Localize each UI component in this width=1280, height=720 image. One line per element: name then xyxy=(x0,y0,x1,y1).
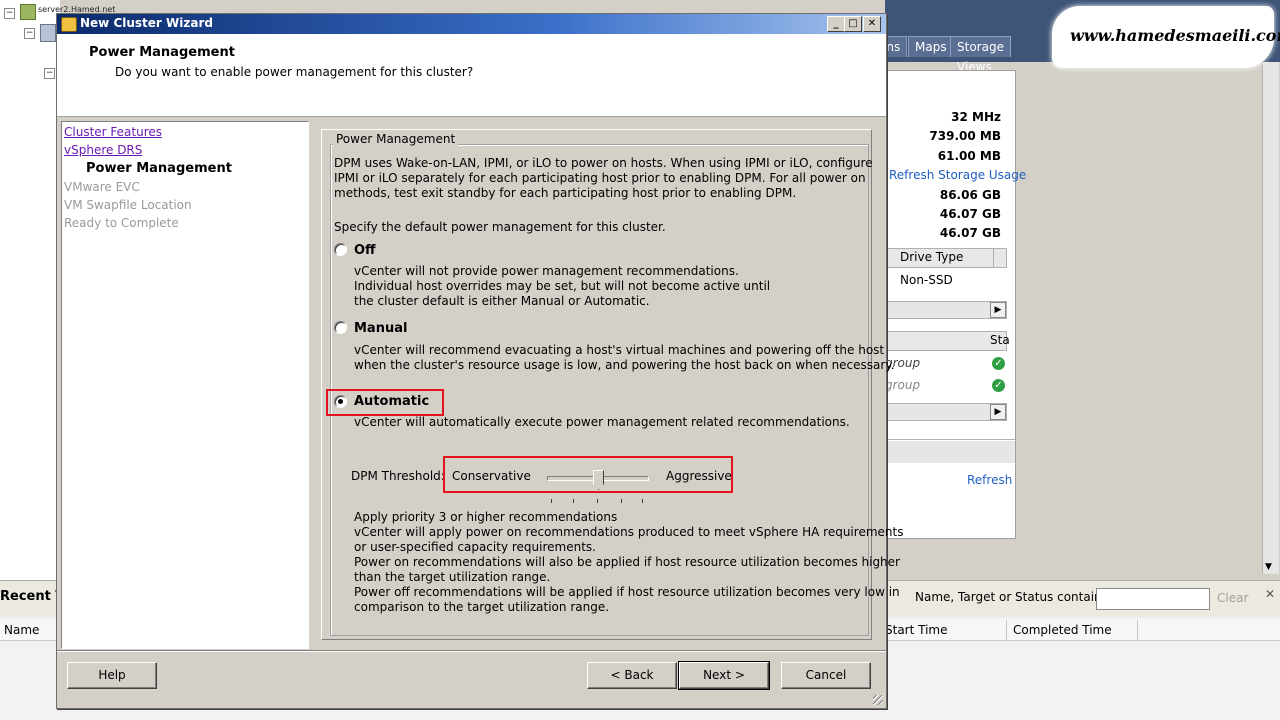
title-bar[interactable]: New Cluster Wizard _ □ ✕ xyxy=(57,14,886,34)
horizontal-scrollbar[interactable]: ▶ xyxy=(885,403,1007,421)
intro-text: methods, test exit standby for each part… xyxy=(334,186,797,200)
slider-tick xyxy=(621,499,622,503)
step-cluster-features[interactable]: Cluster Features xyxy=(64,125,162,139)
column-name[interactable]: Name xyxy=(0,620,57,640)
network-row: group xyxy=(885,378,921,392)
section-header xyxy=(885,441,1015,463)
new-cluster-wizard-dialog: New Cluster Wizard _ □ ✕ Power Managemen… xyxy=(56,13,903,709)
vertical-scrollbar[interactable]: ▼ xyxy=(1262,62,1279,574)
intro-text: IPMI or iLO separately for each particip… xyxy=(334,171,866,185)
step-vsphere-drs[interactable]: vSphere DRS xyxy=(64,143,142,157)
dpm-threshold-label: DPM Threshold: xyxy=(351,469,445,483)
overhead-value: 61.00 MB xyxy=(937,149,1001,163)
cancel-button[interactable]: Cancel xyxy=(781,662,871,689)
horizontal-scrollbar[interactable]: ▶ xyxy=(885,301,1007,319)
filter-label[interactable]: Name, Target or Status contains: ▾ xyxy=(915,590,1122,604)
off-description: the cluster default is either Manual or … xyxy=(354,294,650,308)
tab-maps[interactable]: Maps xyxy=(908,36,954,57)
datacenter-icon xyxy=(40,24,56,42)
slider-tick xyxy=(642,499,643,503)
ok-status-icon: ✓ xyxy=(992,357,1005,370)
threshold-description: than the target utilization range. xyxy=(354,570,551,584)
window-title: New Cluster Wizard xyxy=(80,16,213,30)
threshold-description: or user-specified capacity requirements. xyxy=(354,540,596,554)
scroll-right-icon[interactable]: ▶ xyxy=(990,302,1006,318)
slider-tick xyxy=(573,499,574,503)
close-icon[interactable]: ✕ xyxy=(1265,587,1275,601)
ok-status-icon: ✓ xyxy=(992,379,1005,392)
storage-value: 46.07 GB xyxy=(939,226,1001,240)
status-header: Sta xyxy=(990,333,1010,347)
page-subtitle: Do you want to enable power management f… xyxy=(115,65,474,79)
wizard-content: Power Management DPM uses Wake-on-LAN, I… xyxy=(321,129,903,640)
watermark: www.hamedesmaeili.com xyxy=(1052,6,1280,68)
column-divider xyxy=(993,249,994,267)
wizard-icon xyxy=(61,17,77,32)
tree-collapse-icon[interactable]: − xyxy=(4,8,15,19)
divider xyxy=(57,651,886,652)
automatic-description: vCenter will automatically execute power… xyxy=(354,415,850,429)
minimize-button[interactable]: _ xyxy=(827,16,845,32)
threshold-description: vCenter will apply power on recommendati… xyxy=(354,525,904,539)
storage-value: 46.07 GB xyxy=(939,207,1001,221)
intro-text: DPM uses Wake-on-LAN, IPMI, or iLO to po… xyxy=(334,156,873,170)
specify-label: Specify the default power management for… xyxy=(334,220,666,234)
radio-manual[interactable] xyxy=(334,321,347,334)
radio-automatic[interactable] xyxy=(334,395,347,408)
page-title: Power Management xyxy=(89,45,235,60)
drive-type-column-header[interactable]: Drive Type xyxy=(885,248,1007,268)
radio-automatic-label[interactable]: Automatic xyxy=(354,394,429,409)
close-button[interactable]: ✕ xyxy=(863,16,881,32)
radio-off[interactable] xyxy=(334,243,347,256)
cpu-value: 32 MHz xyxy=(951,110,1001,124)
tree-collapse-icon[interactable]: − xyxy=(24,28,35,39)
storage-value: 86.06 GB xyxy=(939,188,1001,202)
column-start-time[interactable]: Start Time xyxy=(881,620,1007,640)
radio-manual-label[interactable]: Manual xyxy=(354,321,407,336)
threshold-min-label: Conservative xyxy=(452,469,531,483)
host-icon xyxy=(20,4,36,20)
threshold-description: comparison to the target utilization ran… xyxy=(354,600,610,614)
step-vm-swapfile-location: VM Swapfile Location xyxy=(64,198,192,212)
radio-off-label[interactable]: Off xyxy=(354,243,376,258)
manual-description: when the cluster's resource usage is low… xyxy=(354,358,895,372)
divider xyxy=(885,439,1015,440)
radio-selected-dot xyxy=(338,399,343,404)
clear-button[interactable]: Clear xyxy=(1217,591,1248,605)
drive-type-header: Drive Type xyxy=(900,250,964,264)
tree-collapse-icon[interactable]: − xyxy=(44,68,55,79)
status-column-header[interactable]: Sta xyxy=(885,331,1010,351)
wizard-steps-nav: Cluster Features vSphere DRS Power Manag… xyxy=(61,121,309,649)
inventory-tree: − − − xyxy=(0,0,60,580)
watermark-text: www.hamedesmaeili.com xyxy=(1070,26,1280,45)
next-button[interactable]: Next > xyxy=(678,661,770,690)
step-vmware-evc: VMware EVC xyxy=(64,180,140,194)
help-button[interactable]: Help xyxy=(67,662,157,689)
threshold-description: Power on recommendations will also be ap… xyxy=(354,555,900,569)
step-ready-to-complete: Ready to Complete xyxy=(64,216,179,230)
task-filter-input[interactable] xyxy=(1096,588,1210,610)
tab-storage-views[interactable]: Storage Views xyxy=(950,36,1011,74)
column-completed-time[interactable]: Completed Time xyxy=(1009,620,1138,640)
group-title: Power Management xyxy=(333,132,459,146)
memory-value: 739.00 MB xyxy=(929,129,1001,143)
threshold-description: Power off recommendations will be applie… xyxy=(354,585,900,599)
maximize-button[interactable]: □ xyxy=(844,16,862,32)
threshold-max-label: Aggressive xyxy=(666,469,732,483)
scroll-right-icon[interactable]: ▶ xyxy=(990,404,1006,420)
back-button[interactable]: < Back xyxy=(587,662,677,689)
threshold-description: Apply priority 3 or higher recommendatio… xyxy=(354,510,618,524)
step-power-management: Power Management xyxy=(86,161,232,176)
wizard-header: Power Management Do you want to enable p… xyxy=(57,34,886,117)
off-description: vCenter will not provide power managemen… xyxy=(354,264,739,278)
slider-tick xyxy=(551,499,552,503)
slider-tick xyxy=(597,499,598,503)
drive-type-value: Non-SSD xyxy=(900,273,953,287)
refresh-link[interactable]: Refresh xyxy=(967,473,1012,487)
resize-grip-icon[interactable] xyxy=(873,695,883,705)
off-description: Individual host overrides may be set, bu… xyxy=(354,279,771,293)
manual-description: vCenter will recommend evacuating a host… xyxy=(354,343,885,357)
scroll-down-icon[interactable]: ▼ xyxy=(1265,562,1272,572)
refresh-storage-link[interactable]: Refresh Storage Usage xyxy=(889,168,1026,182)
